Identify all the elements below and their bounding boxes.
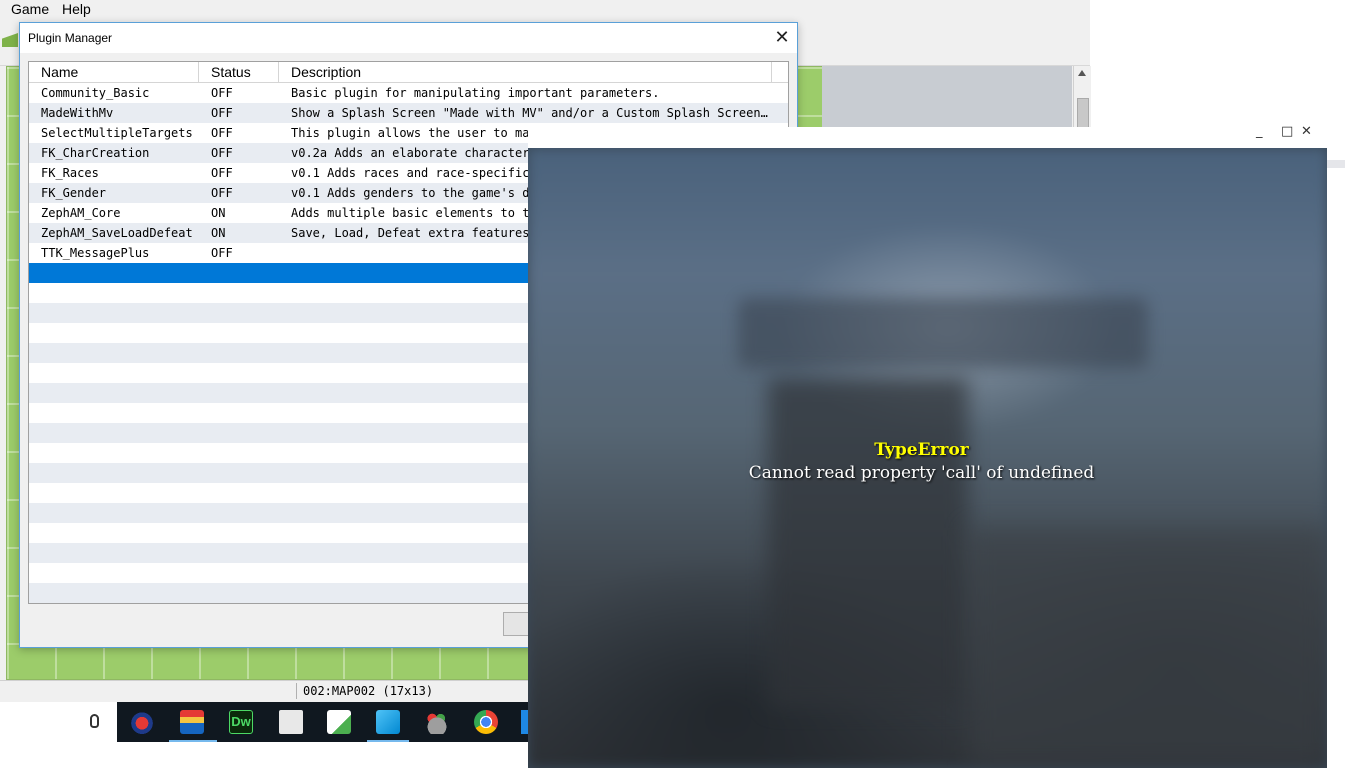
castle-image [768, 378, 968, 708]
error-title: TypeError [874, 440, 969, 460]
minimize-icon[interactable]: _ [1256, 124, 1263, 139]
plugin-status: OFF [211, 246, 233, 260]
dialog-title: Plugin Manager [28, 31, 113, 45]
chrome-icon[interactable] [474, 710, 498, 734]
game-logo [738, 298, 1148, 368]
plugin-status: ON [211, 206, 226, 220]
plugin-description: Show a Splash Screen "Made with MV" and/… [291, 106, 769, 120]
close-icon[interactable]: ✕ [772, 28, 792, 48]
rpg-maker-icon[interactable] [180, 710, 204, 734]
taskbar-apps: Dw [117, 702, 528, 742]
plugin-name: FK_Gender [41, 186, 107, 200]
plugin-status: OFF [211, 166, 233, 180]
fruit-bowl-icon[interactable] [425, 710, 449, 734]
plugin-name: TTK_MessagePlus [41, 246, 150, 260]
scroll-up-icon[interactable] [1078, 70, 1086, 76]
plugin-status: OFF [211, 126, 233, 140]
plugin-description: Basic plugin for manipulating important … [291, 86, 660, 100]
plugin-status: OFF [211, 186, 233, 200]
column-header-description[interactable]: Description [279, 62, 772, 82]
taskbar: Dw [0, 702, 528, 742]
audio-app-icon[interactable] [130, 710, 154, 734]
plugin-name: ZephAM_SaveLoadDefeat [41, 226, 193, 240]
game-window-titlebar[interactable]: _ □ ✕ [528, 124, 1366, 148]
partial-app-icon[interactable] [521, 710, 528, 734]
menu-game[interactable]: Game [11, 1, 49, 17]
plugin-name: MadeWithMv [41, 106, 114, 120]
plugin-status: ON [211, 226, 226, 240]
game-window[interactable]: TypeError Cannot read property 'call' of… [528, 148, 1327, 768]
plugin-row[interactable]: MadeWithMv OFF Show a Splash Screen "Made … [29, 103, 788, 123]
map-outside-area [822, 66, 1072, 134]
plugin-name: FK_CharCreation [41, 146, 150, 160]
active-app-indicator [367, 740, 409, 742]
plugin-name: FK_Races [41, 166, 99, 180]
maximize-icon[interactable]: □ [1281, 124, 1293, 139]
error-message: Cannot read property 'call' of undefined [748, 463, 1095, 483]
notepad-icon[interactable] [327, 710, 351, 734]
plugin-status: OFF [211, 106, 233, 120]
status-map-info: 002:MAP002 (17x13) [296, 683, 433, 699]
menu-bar: Game Help [0, 0, 1090, 19]
screen-sketch-icon[interactable] [376, 710, 400, 734]
plugin-name: Community_Basic [41, 86, 150, 100]
dialog-titlebar[interactable]: Plugin Manager ✕ [20, 23, 797, 53]
plugin-name: SelectMultipleTargets [41, 126, 193, 140]
plugin-status: OFF [211, 86, 233, 100]
list-header: Name Status Description [29, 62, 788, 83]
active-app-indicator [169, 740, 217, 742]
map-vertical-scrollbar[interactable] [1073, 66, 1091, 136]
close-icon[interactable]: ✕ [1301, 124, 1312, 139]
taskbar-search-area [0, 702, 117, 742]
plugin-row[interactable]: Community_Basic OFF Basic plugin for manip… [29, 83, 788, 103]
microphone-icon[interactable] [90, 714, 99, 728]
calculator-icon[interactable] [279, 710, 303, 734]
menu-help[interactable]: Help [62, 1, 91, 17]
column-header-status[interactable]: Status [199, 62, 279, 82]
plugin-status: OFF [211, 146, 233, 160]
plugin-name: ZephAM_Core [41, 206, 121, 220]
bridge-image [968, 528, 1327, 768]
dreamweaver-icon[interactable]: Dw [229, 710, 253, 734]
column-header-name[interactable]: Name [29, 62, 199, 82]
